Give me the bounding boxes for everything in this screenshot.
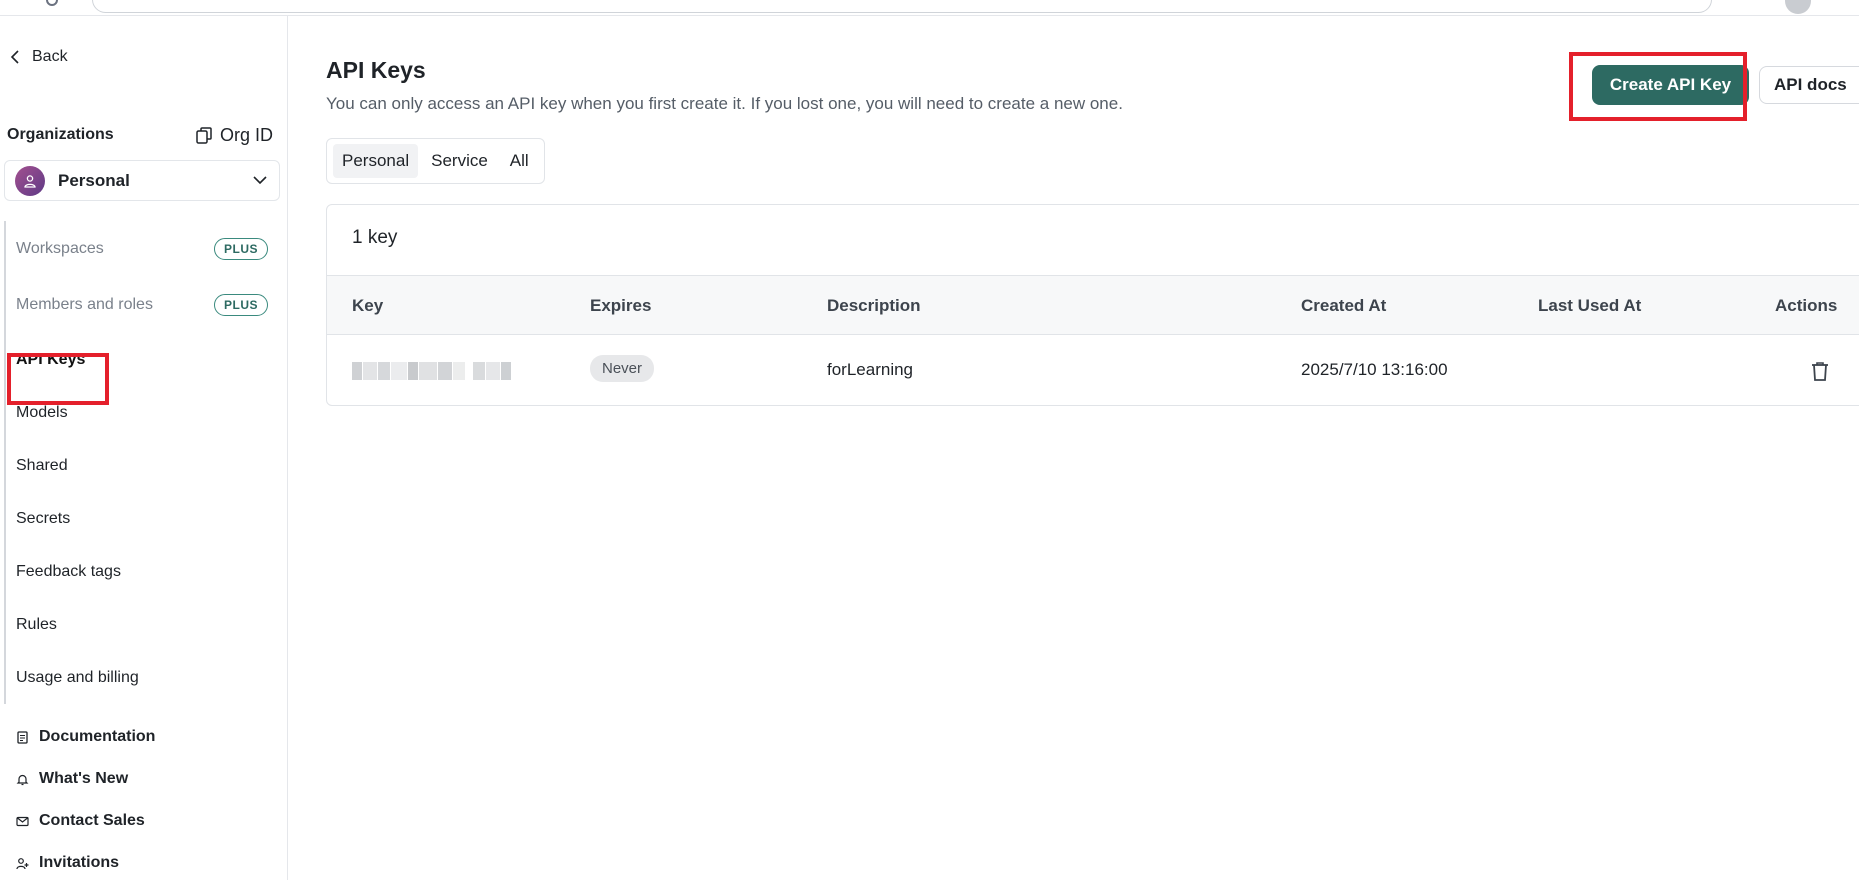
- trash-icon[interactable]: [1809, 360, 1831, 382]
- table-header: Key Expires Description Created At Last …: [327, 275, 1859, 335]
- whats-new-link[interactable]: What's New: [16, 758, 155, 800]
- sidebar: Back Organizations Org ID Personal Works…: [0, 16, 288, 880]
- sidebar-item-label: Usage and billing: [16, 668, 139, 686]
- document-icon: [17, 730, 28, 744]
- contact-sales-label: Contact Sales: [39, 812, 145, 829]
- documentation-link[interactable]: Documentation: [16, 716, 155, 758]
- column-header-key: Key: [352, 296, 384, 315]
- page-title: API Keys: [326, 57, 426, 83]
- description-cell: forLearning: [827, 360, 914, 379]
- column-header-last-used-at: Last Used At: [1538, 296, 1642, 315]
- sidebar-item-feedback-tags[interactable]: Feedback tags: [6, 545, 280, 598]
- contact-sales-link[interactable]: Contact Sales: [16, 800, 155, 842]
- tab-all[interactable]: All: [501, 144, 538, 178]
- reload-icon[interactable]: [46, 0, 58, 6]
- user-icon: [24, 174, 36, 188]
- sidebar-nav: Workspaces PLUS Members and roles PLUS A…: [4, 221, 280, 704]
- main-content: API Keys You can only access an API key …: [289, 16, 1859, 880]
- key-type-tabs: Personal Service All: [326, 138, 545, 184]
- bell-icon: [16, 774, 29, 785]
- org-name: Personal: [58, 170, 130, 190]
- highlight-box-api-keys: [7, 353, 109, 405]
- table-row: Never forLearning 2025/7/10 13:16:00: [327, 336, 1859, 405]
- chevron-down-icon: [253, 176, 267, 185]
- highlight-box-create-button: [1569, 52, 1747, 121]
- page-subtitle: You can only access an API key when you …: [326, 94, 1123, 113]
- sidebar-item-label: Shared: [16, 456, 68, 474]
- organizations-heading: Organizations: [7, 126, 114, 143]
- invitations-link[interactable]: Invitations: [16, 842, 155, 880]
- back-label: Back: [32, 48, 68, 65]
- mail-icon: [16, 816, 29, 826]
- sidebar-item-label: Secrets: [16, 509, 71, 527]
- sidebar-item-workspaces[interactable]: Workspaces PLUS: [6, 221, 280, 277]
- sidebar-footer-links: Documentation What's New Contact Sales I…: [16, 716, 155, 880]
- sidebar-item-label: Members and roles: [16, 296, 153, 313]
- sidebar-item-label: Workspaces: [16, 240, 104, 257]
- column-header-created-at: Created At: [1301, 296, 1387, 315]
- api-docs-button[interactable]: API docs: [1759, 66, 1859, 104]
- address-bar[interactable]: [92, 0, 1712, 13]
- sidebar-item-secrets[interactable]: Secrets: [6, 492, 280, 545]
- tab-service[interactable]: Service: [422, 144, 497, 178]
- column-header-description: Description: [827, 296, 921, 315]
- masked-api-key: [352, 362, 520, 380]
- sidebar-item-label: Rules: [16, 615, 57, 633]
- sidebar-item-shared[interactable]: Shared: [6, 439, 280, 492]
- api-keys-table: 1 key Key Expires Description Created At…: [326, 204, 1859, 406]
- back-button[interactable]: Back: [10, 48, 68, 66]
- sidebar-item-usage-and-billing[interactable]: Usage and billing: [6, 651, 280, 704]
- plus-badge: PLUS: [213, 294, 268, 316]
- sidebar-item-rules[interactable]: Rules: [6, 598, 280, 651]
- expires-badge: Never: [590, 355, 655, 382]
- copy-org-id-button[interactable]: Org ID: [196, 125, 273, 146]
- profile-avatar[interactable]: [1785, 0, 1811, 14]
- column-header-actions: Actions: [1775, 296, 1838, 315]
- sidebar-item-label: Feedback tags: [16, 562, 121, 580]
- sidebar-item-members-and-roles[interactable]: Members and roles PLUS: [6, 277, 280, 333]
- org-avatar: [15, 165, 45, 196]
- plus-badge: PLUS: [213, 238, 268, 260]
- whats-new-label: What's New: [39, 770, 129, 787]
- invitations-label: Invitations: [39, 854, 120, 871]
- column-header-expires: Expires: [590, 296, 652, 315]
- key-count: 1 key: [352, 227, 398, 248]
- browser-toolbar: [0, 0, 1859, 16]
- user-plus-icon: [16, 857, 29, 869]
- tab-personal[interactable]: Personal: [333, 144, 419, 178]
- chevron-left-icon: [10, 50, 19, 64]
- organization-select[interactable]: Personal: [4, 160, 280, 201]
- documentation-label: Documentation: [39, 728, 156, 745]
- copy-icon: [196, 127, 212, 144]
- org-id-label: Org ID: [220, 125, 274, 145]
- created-at-cell: 2025/7/10 13:16:00: [1301, 360, 1448, 379]
- sidebar-item-label: Models: [16, 403, 68, 421]
